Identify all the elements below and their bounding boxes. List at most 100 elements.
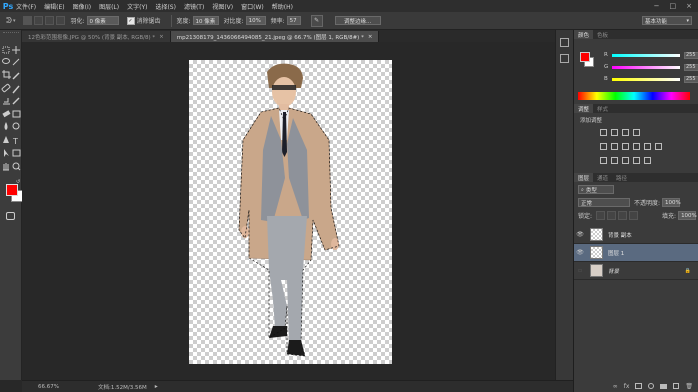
- layer-row[interactable]: 👁 背景 副本: [574, 226, 698, 244]
- minimize-button[interactable]: −: [654, 2, 660, 10]
- clone-stamp-tool-icon[interactable]: [3, 98, 10, 105]
- eye-icon[interactable]: 👁: [574, 231, 586, 238]
- selective-color-icon[interactable]: [644, 157, 651, 164]
- pen-tool-icon[interactable]: [3, 136, 9, 143]
- close-window-button[interactable]: ×: [686, 2, 692, 10]
- blue-slider[interactable]: B 255: [604, 75, 698, 83]
- tab-document-1[interactable]: 12色彩范围抠像.JPG @ 50% (背景 副本, RGB/8) * ×: [22, 31, 171, 42]
- menu-select[interactable]: 选择(S): [155, 2, 176, 11]
- red-slider[interactable]: R 255: [604, 51, 698, 59]
- link-layers-icon[interactable]: ∞: [613, 383, 618, 390]
- new-selection-icon[interactable]: [23, 16, 33, 25]
- close-icon[interactable]: ×: [159, 34, 164, 40]
- properties-panel-icon[interactable]: [560, 54, 569, 63]
- status-arrow-icon[interactable]: ▸: [155, 383, 158, 390]
- adjustment-layer-icon[interactable]: [648, 383, 655, 389]
- blue-gradient[interactable]: [612, 77, 680, 81]
- quick-mask-icon[interactable]: [6, 212, 15, 220]
- black-white-icon[interactable]: [633, 143, 640, 150]
- restore-button[interactable]: □: [670, 2, 677, 10]
- menu-help[interactable]: 帮助(H): [272, 2, 293, 11]
- pen-pressure-icon[interactable]: ✎: [310, 14, 323, 27]
- refine-edge-button[interactable]: 调整边缘...: [334, 16, 381, 25]
- color-fg-swatch[interactable]: [580, 52, 590, 62]
- type-tool-icon[interactable]: T: [12, 137, 18, 146]
- opacity-input[interactable]: 100%: [662, 198, 681, 207]
- eyedropper-tool-icon[interactable]: [12, 72, 20, 80]
- document-size[interactable]: 文档:1.52M/3.56M: [98, 383, 147, 391]
- exposure-icon[interactable]: [633, 129, 640, 136]
- dodge-tool-icon[interactable]: [12, 122, 20, 130]
- brightness-contrast-icon[interactable]: [600, 129, 607, 136]
- menu-layer[interactable]: 图层(L): [99, 2, 119, 11]
- menu-filter[interactable]: 滤镜(T): [184, 2, 204, 11]
- shape-tool-icon[interactable]: [12, 149, 21, 157]
- subtract-selection-icon[interactable]: [45, 16, 55, 25]
- color-balance-icon[interactable]: [622, 143, 629, 150]
- crop-tool-icon[interactable]: [2, 70, 11, 79]
- eye-icon[interactable]: 👁: [574, 249, 586, 256]
- tab-swatches[interactable]: 色板: [593, 30, 612, 39]
- magic-wand-tool-icon[interactable]: [12, 58, 20, 66]
- new-layer-icon[interactable]: [673, 383, 680, 389]
- preset-dropdown-icon[interactable]: ▾: [13, 18, 16, 24]
- workspace-dropdown[interactable]: 基本功能 ▾: [642, 16, 692, 25]
- history-brush-tool-icon[interactable]: [12, 97, 20, 105]
- red-gradient[interactable]: [612, 53, 680, 57]
- lock-transparent-icon[interactable]: [596, 211, 606, 220]
- contrast-input[interactable]: 10%: [245, 16, 266, 25]
- document-canvas[interactable]: [189, 60, 392, 364]
- lock-position-icon[interactable]: [618, 211, 628, 220]
- vibrance-icon[interactable]: [600, 143, 607, 150]
- green-value[interactable]: 255: [684, 63, 698, 71]
- invert-icon[interactable]: [600, 157, 607, 164]
- menu-file[interactable]: 文件(F): [16, 2, 36, 11]
- eraser-tool-icon[interactable]: [2, 110, 11, 118]
- menu-window[interactable]: 窗口(W): [241, 2, 264, 11]
- close-icon[interactable]: ×: [368, 34, 373, 40]
- red-value[interactable]: 255: [684, 51, 698, 59]
- menu-image[interactable]: 图像(I): [73, 2, 91, 11]
- color-spectrum-bar[interactable]: [578, 92, 690, 100]
- marquee-tool-icon[interactable]: [2, 46, 10, 54]
- add-selection-icon[interactable]: [34, 16, 44, 25]
- blur-tool-icon[interactable]: [4, 122, 8, 130]
- curves-icon[interactable]: [622, 129, 629, 136]
- layer-row[interactable]: ▫ 背景 🔒: [574, 262, 698, 280]
- frequency-input[interactable]: 57: [286, 16, 301, 25]
- tab-paths[interactable]: 路径: [612, 173, 631, 182]
- photo-filter-icon[interactable]: [644, 143, 651, 150]
- channel-mixer-icon[interactable]: [655, 143, 662, 150]
- foreground-color-swatch[interactable]: [6, 184, 18, 196]
- layer-style-icon[interactable]: fx: [624, 383, 630, 390]
- hand-tool-icon[interactable]: [3, 163, 9, 171]
- tab-color[interactable]: 颜色: [574, 30, 594, 39]
- blue-value[interactable]: 255: [684, 75, 698, 83]
- zoom-level[interactable]: 66.67%: [38, 384, 78, 390]
- lock-all-icon[interactable]: [629, 211, 639, 220]
- green-gradient[interactable]: [612, 65, 680, 69]
- tab-layers[interactable]: 图层: [574, 173, 594, 182]
- tab-document-2[interactable]: mp21308179_1436066494085_21.jpeg @ 66.7%…: [170, 31, 380, 42]
- delete-layer-icon[interactable]: 🗑: [685, 383, 693, 390]
- lasso-tool-icon[interactable]: [2, 58, 10, 64]
- antialias-checkbox[interactable]: ✓: [126, 16, 135, 25]
- tab-styles[interactable]: 样式: [593, 104, 612, 113]
- width-input[interactable]: 10 像素: [192, 16, 219, 25]
- intersect-selection-icon[interactable]: [56, 16, 66, 25]
- lasso-preset-icon[interactable]: ᕲ: [6, 16, 12, 26]
- fill-input[interactable]: 100%: [678, 211, 697, 220]
- layer-filter-dropdown[interactable]: ⌕ 类型: [578, 185, 614, 194]
- lock-image-icon[interactable]: [607, 211, 617, 220]
- zoom-tool-icon[interactable]: [12, 162, 21, 171]
- eye-hidden-icon[interactable]: ▫: [574, 267, 586, 274]
- gradient-tool-icon[interactable]: [12, 110, 21, 118]
- feather-input[interactable]: 0 像素: [86, 16, 119, 25]
- layer-mask-icon[interactable]: [635, 383, 643, 389]
- tab-adjustments[interactable]: 调整: [574, 104, 594, 113]
- menu-edit[interactable]: 编辑(E): [44, 2, 64, 11]
- tab-channels[interactable]: 通道: [593, 173, 612, 182]
- move-tool-icon[interactable]: [12, 46, 20, 54]
- new-group-icon[interactable]: [660, 383, 668, 389]
- hue-saturation-icon[interactable]: [611, 143, 618, 150]
